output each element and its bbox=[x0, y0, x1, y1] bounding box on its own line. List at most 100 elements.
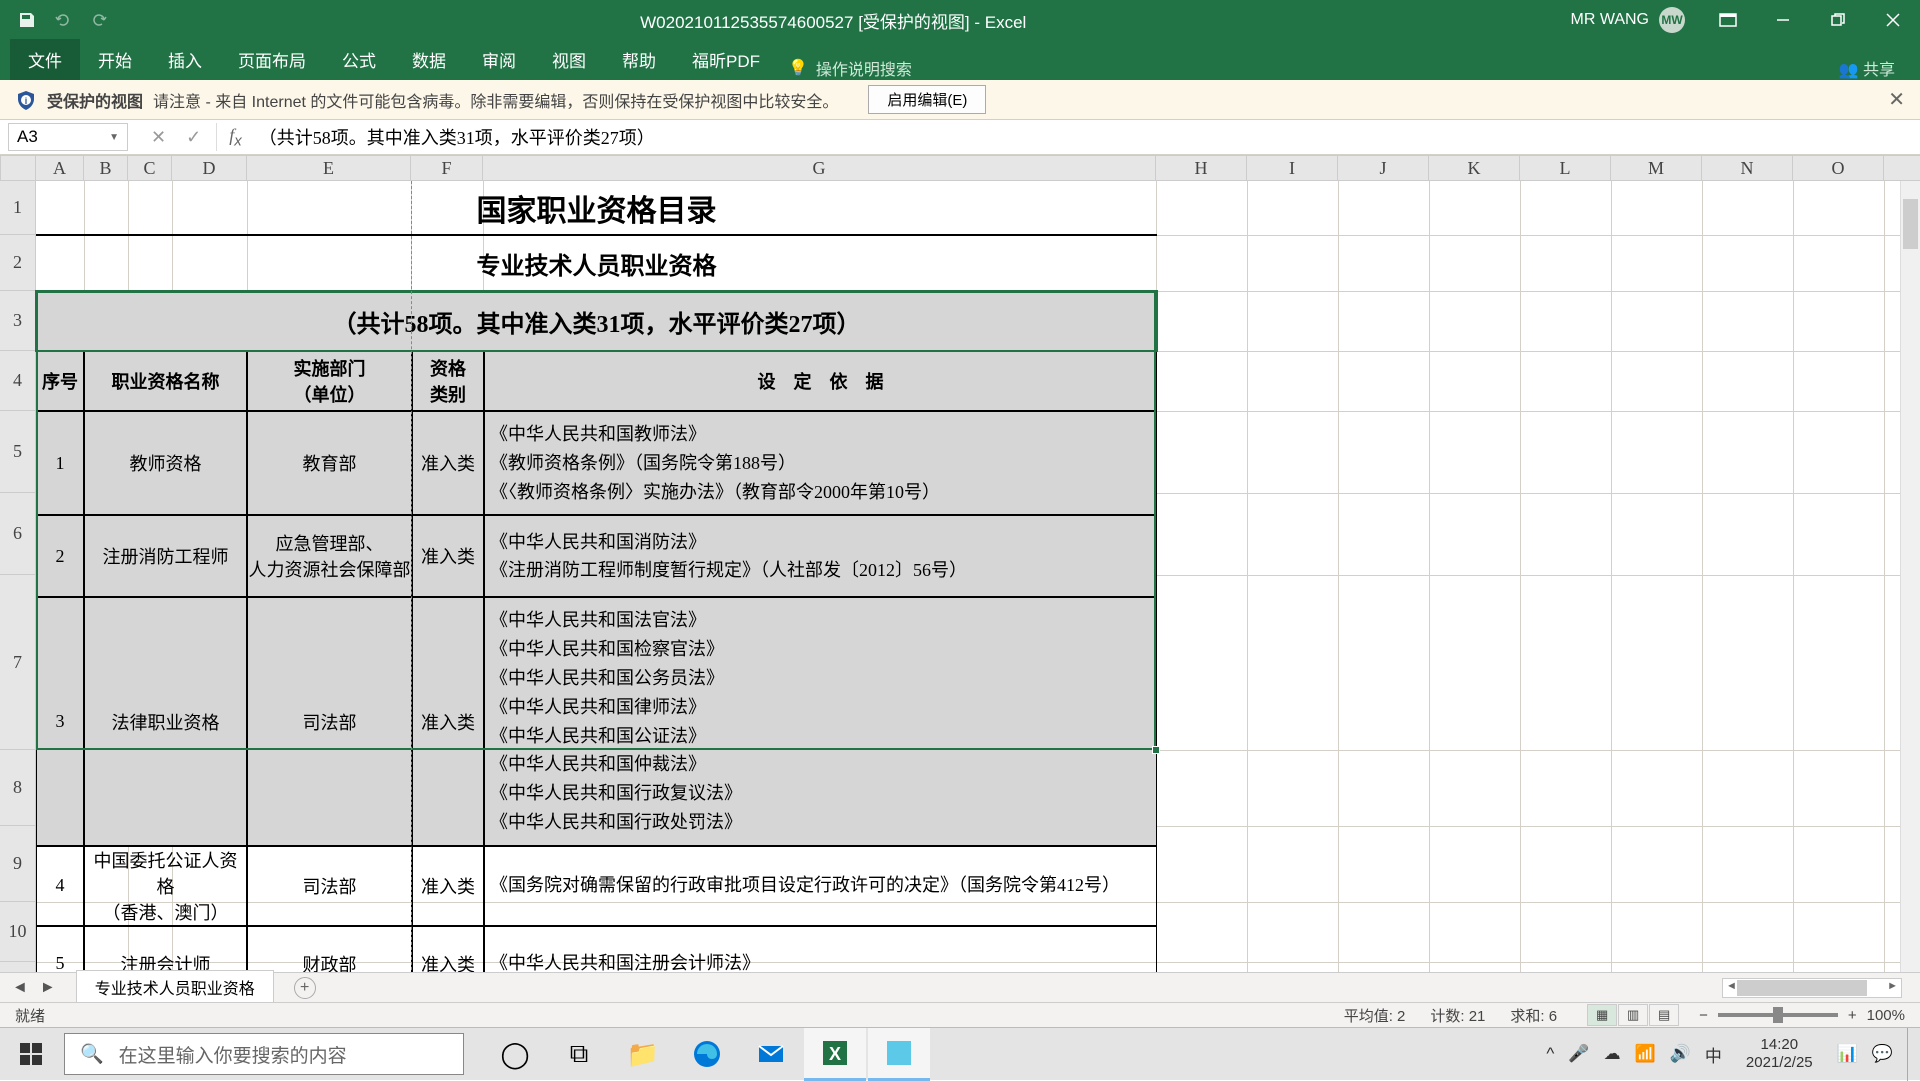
col-header-F[interactable]: F bbox=[411, 156, 483, 180]
col-header-I[interactable]: I bbox=[1247, 156, 1338, 180]
cell[interactable]: 国家职业资格目录 bbox=[36, 181, 1157, 235]
select-all-corner[interactable] bbox=[0, 155, 36, 181]
zoom-slider[interactable] bbox=[1718, 1013, 1838, 1017]
sheet-nav[interactable]: ◄► bbox=[0, 979, 68, 997]
close-icon[interactable] bbox=[1865, 0, 1920, 40]
col-header-J[interactable]: J bbox=[1338, 156, 1429, 180]
minimize-icon[interactable] bbox=[1755, 0, 1810, 40]
mail-icon[interactable] bbox=[740, 1028, 802, 1081]
user-name[interactable]: MR WANG bbox=[1570, 11, 1649, 29]
task-view-icon[interactable]: ⧉ bbox=[548, 1028, 610, 1081]
tab-layout[interactable]: 页面布局 bbox=[220, 39, 324, 80]
col-header-D[interactable]: D bbox=[172, 156, 247, 180]
col-header-B[interactable]: B bbox=[84, 156, 128, 180]
show-desktop-button[interactable] bbox=[1907, 1028, 1915, 1081]
chevron-down-icon[interactable]: ▼ bbox=[109, 132, 119, 143]
tray-weather-icon[interactable]: ☁ bbox=[1604, 1044, 1621, 1064]
cell[interactable]: 设 定 依 据 bbox=[484, 351, 1157, 411]
col-header-O[interactable]: O bbox=[1793, 156, 1884, 180]
app-icon[interactable] bbox=[868, 1028, 930, 1081]
cell[interactable]: 《中华人民共和国法官法》《中华人民共和国检察官法》《中华人民共和国公务员法》《中… bbox=[484, 597, 1157, 845]
cell[interactable]: （共计58项。其中准入类31项，水平评价类27项） bbox=[36, 291, 1157, 351]
cell[interactable]: 实施部门（单位） bbox=[247, 351, 412, 411]
user-avatar[interactable]: MW bbox=[1659, 7, 1685, 33]
cell[interactable]: 司法部 bbox=[247, 597, 412, 845]
col-header-G[interactable]: G bbox=[483, 156, 1156, 180]
tray-icon-1[interactable]: 📊 bbox=[1837, 1044, 1858, 1064]
tray-clock[interactable]: 14:20 2021/2/25 bbox=[1736, 1036, 1823, 1072]
redo-icon[interactable] bbox=[87, 8, 111, 32]
tab-help[interactable]: 帮助 bbox=[604, 39, 674, 80]
sheet-tab-active[interactable]: 专业技术人员职业资格 bbox=[76, 970, 274, 1006]
tab-home[interactable]: 开始 bbox=[80, 39, 150, 80]
cell[interactable]: 应急管理部、人力资源社会保障部 bbox=[247, 515, 412, 597]
cell[interactable]: 序号 bbox=[36, 351, 84, 411]
tray-wifi-icon[interactable]: 📶 bbox=[1635, 1044, 1656, 1064]
row-headers[interactable]: 12345678910 bbox=[0, 181, 36, 1025]
excel-icon[interactable]: X bbox=[804, 1028, 866, 1081]
cell[interactable]: 《国务院对确需保留的行政审批项目设定行政许可的决定》（国务院令第412号） bbox=[484, 846, 1157, 926]
cell[interactable]: 《中华人民共和国教师法》《教师资格条例》（国务院令第188号）《〈教师资格条例〉… bbox=[484, 411, 1157, 515]
cell[interactable]: 职业资格名称 bbox=[84, 351, 247, 411]
tab-formulas[interactable]: 公式 bbox=[324, 39, 394, 80]
taskbar-search[interactable]: 🔍 在这里输入你要搜索的内容 bbox=[64, 1033, 464, 1075]
fill-handle[interactable] bbox=[1152, 746, 1160, 754]
col-header-E[interactable]: E bbox=[247, 156, 411, 180]
tab-foxit[interactable]: 福昕PDF bbox=[674, 39, 778, 80]
sheet-canvas[interactable]: 国家职业资格目录专业技术人员职业资格 （共计58项。其中准入类31项，水平评价类2… bbox=[36, 181, 1920, 1025]
next-sheet-icon[interactable]: ► bbox=[40, 979, 56, 997]
cell[interactable]: 教育部 bbox=[247, 411, 412, 515]
tray-ime[interactable]: 中 bbox=[1705, 1042, 1722, 1067]
tab-review[interactable]: 审阅 bbox=[464, 39, 534, 80]
cell[interactable]: 教师资格 bbox=[84, 411, 247, 515]
col-header-L[interactable]: L bbox=[1520, 156, 1611, 180]
row-header-1[interactable]: 1 bbox=[0, 181, 35, 235]
cell[interactable]: 注册消防工程师 bbox=[84, 515, 247, 597]
tray-volume-icon[interactable]: 🔊 bbox=[1670, 1044, 1691, 1064]
cell[interactable]: 3 bbox=[36, 597, 84, 845]
row-header-3[interactable]: 3 bbox=[0, 291, 35, 351]
tell-me[interactable]: 💡 操作说明搜索 bbox=[788, 56, 912, 80]
tray-mic-icon[interactable]: 🎤 bbox=[1568, 1044, 1589, 1064]
cortana-icon[interactable]: ◯ bbox=[484, 1028, 546, 1081]
ribbon-display-icon[interactable] bbox=[1700, 0, 1755, 40]
fx-icon[interactable]: fx bbox=[217, 125, 254, 150]
vertical-scrollbar[interactable] bbox=[1900, 181, 1920, 995]
zoom-level[interactable]: 100% bbox=[1867, 1007, 1905, 1024]
col-header-C[interactable]: C bbox=[128, 156, 172, 180]
zoom-in-icon[interactable]: + bbox=[1848, 1007, 1857, 1024]
row-header-9[interactable]: 9 bbox=[0, 826, 35, 902]
scroll-right-icon[interactable]: ► bbox=[1887, 980, 1898, 992]
cell[interactable]: 准入类 bbox=[412, 411, 484, 515]
name-box[interactable]: A3 ▼ bbox=[8, 123, 128, 151]
cell[interactable]: 法律职业资格 bbox=[84, 597, 247, 845]
save-icon[interactable] bbox=[15, 8, 39, 32]
row-header-10[interactable]: 10 bbox=[0, 902, 35, 962]
col-header-H[interactable]: H bbox=[1156, 156, 1247, 180]
tray-notifications-icon[interactable]: 💬 bbox=[1872, 1044, 1893, 1064]
tab-file[interactable]: 文件 bbox=[10, 39, 80, 80]
edge-icon[interactable] bbox=[676, 1028, 738, 1081]
column-headers[interactable]: ABCDEFGHIJKLMNO bbox=[36, 155, 1920, 181]
cell[interactable]: 准入类 bbox=[412, 515, 484, 597]
add-sheet-icon[interactable]: + bbox=[294, 977, 316, 999]
start-button[interactable] bbox=[0, 1028, 62, 1081]
tab-view[interactable]: 视图 bbox=[534, 39, 604, 80]
col-header-K[interactable]: K bbox=[1429, 156, 1520, 180]
view-page-layout-icon[interactable]: ▥ bbox=[1618, 1004, 1648, 1026]
formula-input[interactable]: （共计58项。其中准入类31项，水平评价类27项） bbox=[254, 124, 1920, 150]
zoom-out-icon[interactable]: − bbox=[1699, 1007, 1708, 1024]
zoom-slider-thumb[interactable] bbox=[1773, 1007, 1783, 1023]
view-page-break-icon[interactable]: ▤ bbox=[1649, 1004, 1679, 1026]
cell[interactable]: 准入类 bbox=[412, 597, 484, 845]
col-header-N[interactable]: N bbox=[1702, 156, 1793, 180]
cell[interactable]: 资格类别 bbox=[412, 351, 484, 411]
share-button[interactable]: 👥 共享 bbox=[1839, 56, 1895, 80]
cell[interactable]: 2 bbox=[36, 515, 84, 597]
prev-sheet-icon[interactable]: ◄ bbox=[12, 979, 28, 997]
cell[interactable]: 中国委托公证人资格（香港、澳门） bbox=[84, 846, 247, 926]
col-header-A[interactable]: A bbox=[36, 156, 84, 180]
scrollbar-thumb[interactable] bbox=[1903, 199, 1918, 249]
view-normal-icon[interactable]: ▦ bbox=[1587, 1004, 1617, 1026]
row-header-2[interactable]: 2 bbox=[0, 235, 35, 291]
